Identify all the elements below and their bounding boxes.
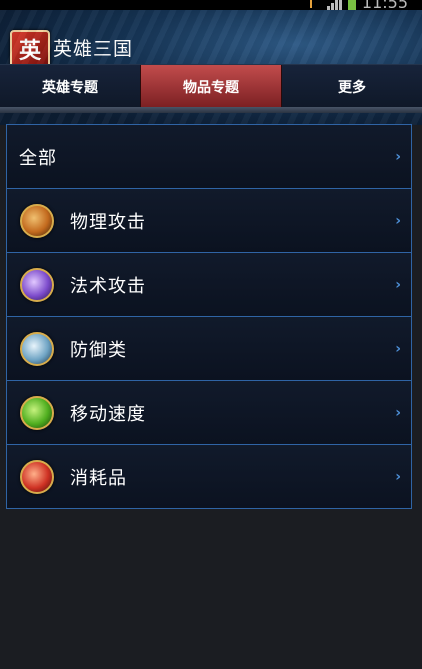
chevron-right-icon: › bbox=[395, 148, 401, 165]
list-item-movement-speed[interactable]: 移动速度 › bbox=[7, 381, 411, 445]
tab-more[interactable]: 更多 bbox=[282, 65, 422, 108]
list-item-magic-attack[interactable]: 法术攻击 › bbox=[7, 253, 411, 317]
list-item-label: 移动速度 bbox=[70, 403, 146, 425]
battery-icon bbox=[347, 0, 356, 10]
chevron-right-icon: › bbox=[395, 340, 401, 357]
list-item-physical-attack[interactable]: 物理攻击 › bbox=[7, 189, 411, 253]
chevron-right-icon: › bbox=[395, 212, 401, 229]
list-item-label: 物理攻击 bbox=[70, 211, 146, 233]
status-bar: 11:55 bbox=[0, 0, 422, 10]
shield-icon bbox=[20, 331, 54, 366]
boots-icon bbox=[20, 395, 54, 430]
list-item-label: 法术攻击 bbox=[70, 275, 146, 297]
chevron-right-icon: › bbox=[395, 468, 401, 485]
status-time: 11:55 bbox=[361, 0, 408, 10]
network-activity-icon bbox=[309, 0, 320, 8]
list-item-defense[interactable]: 防御类 › bbox=[7, 317, 411, 381]
list-item-label: 全部 bbox=[19, 147, 57, 169]
tab-underline bbox=[0, 107, 422, 113]
chevron-right-icon: › bbox=[395, 276, 401, 293]
sword-icon bbox=[20, 203, 54, 238]
list-item-consumables[interactable]: 消耗品 › bbox=[7, 445, 411, 508]
magic-orb-icon bbox=[20, 267, 54, 302]
chevron-right-icon: › bbox=[395, 404, 401, 421]
tab-heroes[interactable]: 英雄专题 bbox=[0, 65, 140, 108]
list-item-label: 防御类 bbox=[70, 339, 127, 361]
list-item-all[interactable]: 全部 › bbox=[7, 125, 411, 189]
app-logo[interactable]: 英 bbox=[10, 30, 50, 68]
tab-items[interactable]: 物品专题 bbox=[140, 65, 282, 108]
list-item-label: 消耗品 bbox=[70, 467, 127, 489]
app-title: 英雄三国 bbox=[53, 38, 134, 60]
potion-icon bbox=[20, 459, 54, 494]
item-category-list: 全部 › 物理攻击 › 法术攻击 › 防御类 › 移动速度 › 消耗品 › bbox=[6, 124, 412, 509]
tab-bar: 英雄专题 物品专题 更多 bbox=[0, 64, 422, 108]
signal-icon bbox=[326, 0, 342, 10]
